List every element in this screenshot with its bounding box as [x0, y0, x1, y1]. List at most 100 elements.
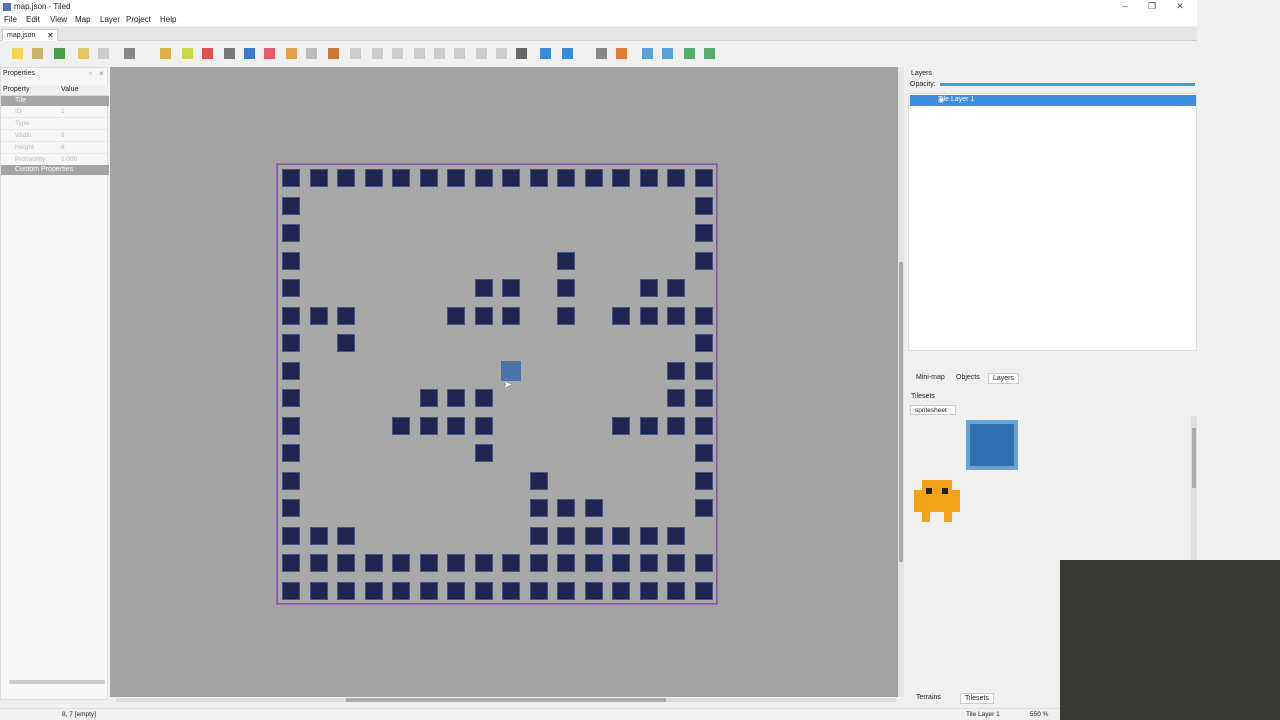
wall-tile[interactable] — [474, 306, 493, 325]
random-mode-icon[interactable] — [596, 48, 607, 59]
document-tab[interactable]: map.json ✕ — [2, 29, 58, 41]
zoom-level[interactable]: 550 % — [1030, 711, 1048, 718]
wall-tile[interactable] — [612, 169, 630, 187]
terrain-brush-icon[interactable] — [182, 48, 193, 59]
rotate-left-icon[interactable] — [684, 48, 695, 59]
magic-wand-icon[interactable] — [306, 48, 317, 59]
wall-tile[interactable] — [282, 499, 300, 517]
wall-tile[interactable] — [392, 581, 410, 600]
wall-tile[interactable] — [529, 169, 548, 187]
wall-tile[interactable] — [694, 224, 713, 242]
properties-scrollbar[interactable] — [9, 680, 105, 684]
wall-tile[interactable] — [639, 416, 658, 435]
wall-tile[interactable] — [612, 554, 630, 572]
wall-tile[interactable] — [557, 499, 575, 517]
wall-tile[interactable] — [694, 361, 713, 380]
wall-tile[interactable] — [502, 306, 520, 325]
wall-tile[interactable] — [282, 196, 300, 215]
wall-tile[interactable] — [282, 361, 300, 380]
wall-tile[interactable] — [447, 416, 465, 435]
shape-fill-icon[interactable] — [244, 48, 255, 59]
wall-tile[interactable] — [557, 251, 575, 270]
wall-tile[interactable] — [364, 581, 383, 600]
menu-project[interactable]: Project — [126, 15, 151, 24]
custom-properties-section[interactable]: Custom Properties — [1, 165, 109, 175]
wall-tile[interactable] — [502, 169, 520, 187]
wall-tile[interactable] — [282, 471, 300, 490]
wall-tile[interactable] — [667, 279, 685, 297]
wall-tile[interactable] — [309, 554, 328, 572]
wall-tile[interactable] — [337, 169, 355, 187]
wall-tile[interactable] — [337, 581, 355, 600]
wall-tile[interactable] — [529, 554, 548, 572]
wall-tile[interactable] — [447, 306, 465, 325]
wall-tile[interactable] — [309, 306, 328, 325]
new-file-icon[interactable] — [12, 48, 23, 59]
selected-tile[interactable] — [966, 420, 1018, 470]
tile-map[interactable] — [277, 164, 717, 604]
tab-layers[interactable]: Layers — [988, 373, 1020, 384]
wall-tile[interactable] — [557, 306, 575, 325]
redo-icon[interactable] — [98, 48, 109, 59]
open-file-icon[interactable] — [32, 48, 43, 59]
insert-text-icon[interactable] — [516, 48, 527, 59]
wall-tile[interactable] — [639, 279, 658, 297]
wall-tile[interactable] — [502, 554, 520, 572]
wall-tile[interactable] — [337, 526, 355, 545]
flip-horizontal-icon[interactable] — [642, 48, 653, 59]
wall-tile[interactable] — [337, 554, 355, 572]
wall-tile[interactable] — [337, 334, 355, 352]
tileset-tab[interactable]: spritesheet — [910, 405, 956, 415]
wall-tile[interactable] — [694, 499, 713, 517]
insert-tile-icon[interactable] — [476, 48, 487, 59]
wall-tile[interactable] — [529, 526, 548, 545]
wall-tile[interactable] — [447, 554, 465, 572]
insert-template-icon[interactable] — [496, 48, 507, 59]
character-sprite-tile[interactable] — [910, 476, 964, 526]
insert-rectangle-icon[interactable] — [392, 48, 403, 59]
wall-tile[interactable] — [282, 416, 300, 435]
wall-tile[interactable] — [474, 389, 493, 407]
wall-tile[interactable] — [419, 416, 438, 435]
minimize-button[interactable]: – — [1115, 1, 1135, 11]
wall-tile[interactable] — [529, 471, 548, 490]
wall-tile[interactable] — [694, 389, 713, 407]
wall-tile[interactable] — [612, 416, 630, 435]
wall-tile[interactable] — [474, 279, 493, 297]
wall-tile[interactable] — [667, 389, 685, 407]
canvas-horizontal-scrollbar[interactable] — [116, 698, 896, 702]
insert-ellipse-icon[interactable] — [434, 48, 445, 59]
wall-tile[interactable] — [282, 389, 300, 407]
menu-map[interactable]: Map — [75, 15, 91, 24]
wall-tile[interactable] — [584, 581, 603, 600]
wall-tile[interactable] — [282, 251, 300, 270]
wall-tile[interactable] — [667, 554, 685, 572]
wang-fill-icon[interactable] — [616, 48, 627, 59]
wall-tile[interactable] — [419, 389, 438, 407]
wall-tile[interactable] — [667, 581, 685, 600]
rotate-right-icon[interactable] — [704, 48, 715, 59]
wall-tile[interactable] — [419, 169, 438, 187]
wall-tile[interactable] — [282, 169, 300, 187]
wall-tile[interactable] — [474, 581, 493, 600]
wall-tile[interactable] — [474, 444, 493, 462]
wall-tile[interactable] — [364, 554, 383, 572]
wall-tile[interactable] — [309, 169, 328, 187]
wall-tile[interactable] — [694, 196, 713, 215]
move-icon[interactable] — [562, 48, 573, 59]
wall-tile[interactable] — [557, 279, 575, 297]
wall-tile[interactable] — [419, 554, 438, 572]
tile-section[interactable]: Tile — [1, 96, 109, 106]
wall-tile[interactable] — [584, 554, 603, 572]
menu-file[interactable]: File — [4, 15, 17, 24]
wall-tile[interactable] — [612, 526, 630, 545]
wall-tile[interactable] — [694, 306, 713, 325]
wall-tile[interactable] — [667, 169, 685, 187]
wall-tile[interactable] — [392, 416, 410, 435]
wall-tile[interactable] — [337, 306, 355, 325]
wall-tile[interactable] — [282, 279, 300, 297]
save-icon[interactable] — [54, 48, 65, 59]
wall-tile[interactable] — [612, 306, 630, 325]
tab-terrains[interactable]: Terrains — [912, 693, 945, 702]
eraser-icon[interactable] — [264, 48, 275, 59]
